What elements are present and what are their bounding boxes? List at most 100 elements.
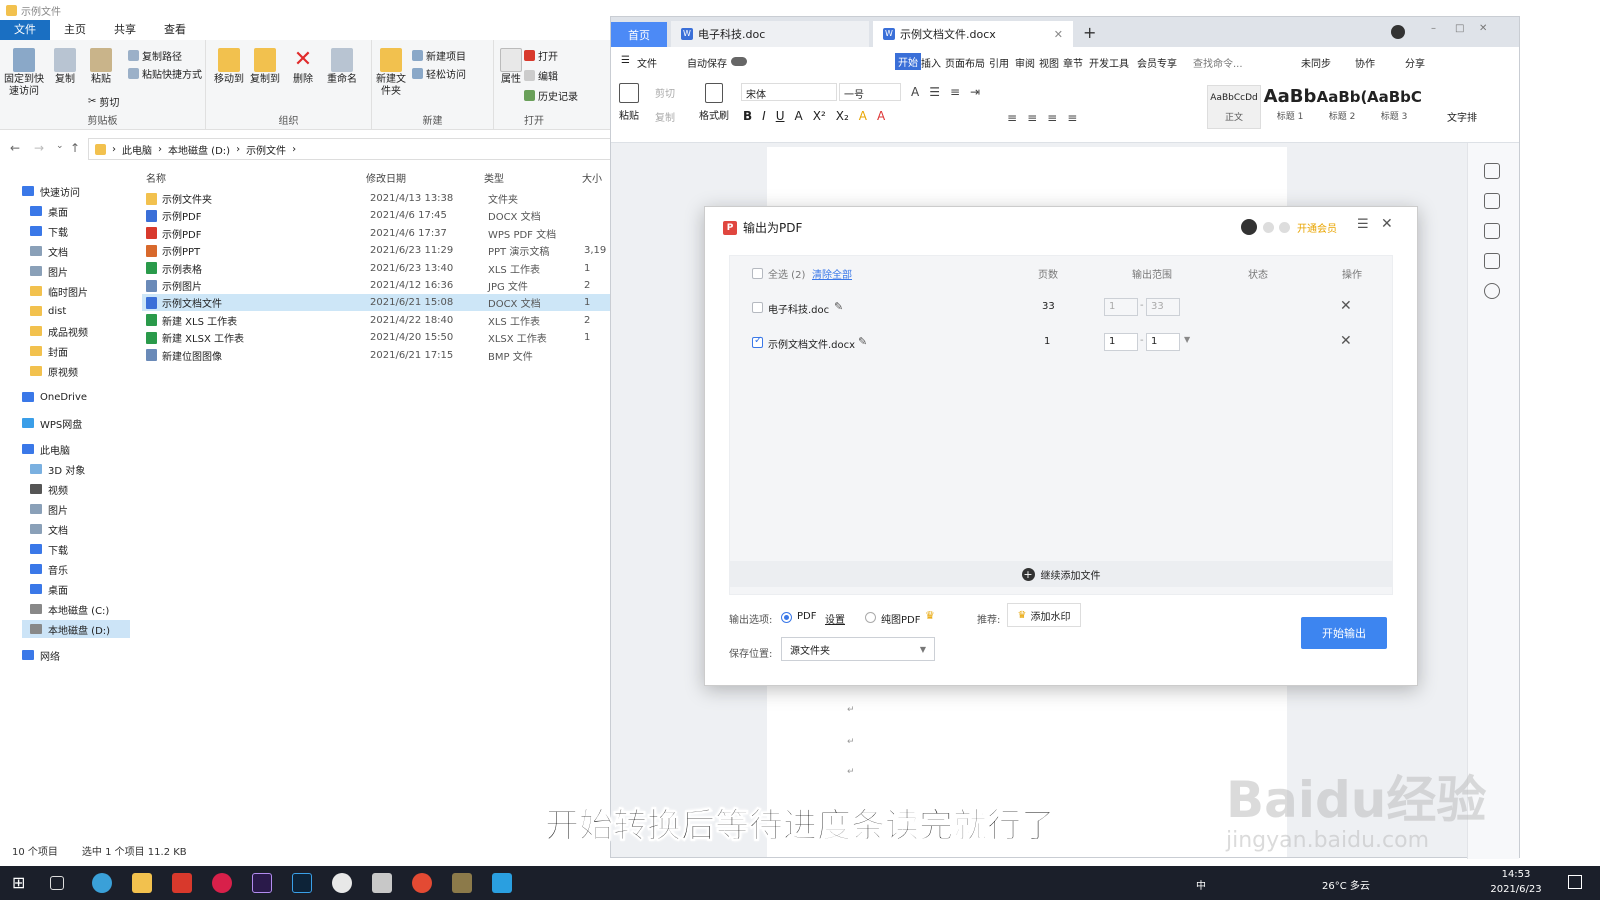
photoshop-icon[interactable] — [292, 873, 312, 893]
app-icon[interactable] — [372, 873, 392, 893]
back-arrow-icon[interactable]: ← — [10, 141, 20, 155]
address-bar[interactable]: › 此电脑 › 本地磁盘 (D:) › 示例文件 › — [88, 138, 618, 160]
open-button[interactable]: 打开 — [524, 48, 558, 63]
paste-shortcut-button[interactable]: 粘贴快捷方式 — [128, 66, 202, 81]
pin-quick-access-button[interactable]: 固定到快速访问 — [4, 48, 44, 98]
weather[interactable]: 26°C 多云 — [1322, 877, 1370, 892]
table-row[interactable]: 示例图片 2021/4/12 16:36 JPG 文件 2 — [142, 277, 620, 294]
avatar[interactable] — [1391, 25, 1405, 39]
column-name[interactable]: 名称 — [146, 170, 166, 185]
premiere-icon[interactable] — [252, 873, 272, 893]
menu-member[interactable]: 会员专享 — [1137, 55, 1177, 70]
tab-home[interactable]: 主页 — [50, 20, 100, 40]
nav-item[interactable]: dist — [22, 302, 130, 320]
image-pdf-label[interactable]: 纯图PDF — [881, 611, 920, 626]
task-view-icon[interactable] — [50, 876, 64, 890]
menu-view[interactable]: 视图 — [1039, 55, 1059, 70]
settings-sliders-icon[interactable] — [1484, 253, 1500, 269]
menu-collaborate[interactable]: 协作 — [1355, 55, 1375, 70]
menu-review[interactable]: 审阅 — [1015, 55, 1035, 70]
forward-arrow-icon[interactable]: → — [34, 141, 44, 155]
nav-item[interactable]: 文档 — [22, 520, 130, 538]
chevron-down-icon[interactable]: ▼ — [1184, 335, 1190, 344]
subscript-button[interactable]: X₂ — [836, 109, 849, 123]
edit-icon[interactable]: ✎ — [834, 300, 843, 313]
netease-music-icon[interactable] — [212, 873, 232, 893]
table-row[interactable]: 示例文件夹 2021/4/13 13:38 文件夹 — [142, 190, 620, 207]
menu-start[interactable]: 开始 — [895, 53, 921, 70]
nav-item[interactable]: 桌面 — [22, 202, 130, 220]
range-to-input[interactable]: 33 — [1146, 298, 1180, 316]
copy-path-button[interactable]: 复制路径 — [128, 48, 182, 63]
edge-icon[interactable] — [92, 873, 112, 893]
copy-to-button[interactable]: 复制到 — [248, 48, 282, 86]
nav-item[interactable]: 临时图片 — [22, 282, 130, 300]
add-more-files-button[interactable]: + 继续添加文件 — [729, 561, 1393, 587]
row-checkbox[interactable] — [752, 302, 763, 313]
tab-home-page[interactable]: 首页 — [611, 22, 667, 47]
close-tab-icon[interactable]: ✕ — [1054, 28, 1063, 41]
table-row[interactable]: 新建 XLSX 工作表 2021/4/20 15:50 XLSX 工作表 1 — [142, 329, 620, 346]
menu-layout[interactable]: 页面布局 — [945, 55, 985, 70]
menu-file[interactable]: 文件 — [637, 55, 657, 70]
underline-button[interactable]: U — [776, 109, 785, 123]
menu-autosave[interactable]: 自动保存 — [687, 55, 727, 70]
nav-item[interactable]: 图片 — [22, 500, 130, 518]
style-heading-3[interactable]: AaBbC 标题 3 — [1367, 85, 1421, 129]
nav-onedrive[interactable]: OneDrive — [14, 388, 130, 406]
chevron-down-icon[interactable]: ⌄ — [56, 141, 64, 151]
table-row[interactable]: 示例PDF 2021/4/6 17:37 WPS PDF 文档 — [142, 225, 620, 242]
select-all-checkbox[interactable] — [752, 268, 763, 279]
tab-view[interactable]: 查看 — [150, 20, 200, 40]
numbered-list-icon[interactable]: ≡ — [950, 85, 960, 99]
table-row[interactable]: 示例文档文件 2021/6/21 15:08 DOCX 文档 1 — [142, 294, 620, 312]
explorer-icon[interactable] — [132, 873, 152, 893]
settings-link[interactable]: 设置 — [825, 611, 845, 626]
nav-item[interactable]: 文档 — [22, 242, 130, 260]
save-location-select[interactable]: 源文件夹 ▼ — [781, 637, 935, 661]
align-left-icon[interactable]: ≡ — [1007, 111, 1017, 125]
tab-file[interactable]: 文件 — [0, 20, 50, 40]
nav-this-pc[interactable]: 此电脑 — [14, 440, 130, 458]
chrome-icon[interactable] — [412, 873, 432, 893]
range-from-input[interactable]: 1 — [1104, 298, 1138, 316]
paste-button[interactable]: 粘贴 — [86, 48, 116, 86]
bold-button[interactable]: B — [743, 109, 752, 123]
menu-icon[interactable]: ☰ — [621, 55, 630, 66]
close-window-icon[interactable]: ✕ — [1479, 23, 1487, 34]
up-arrow-icon[interactable]: ↑ — [70, 141, 80, 155]
pdf-option-label[interactable]: PDF — [797, 611, 816, 622]
remove-row-icon[interactable]: ✕ — [1340, 298, 1352, 314]
history-button[interactable]: 历史记录 — [524, 88, 578, 103]
autosave-toggle[interactable] — [731, 57, 747, 66]
table-row[interactable]: 示例表格 2021/6/23 13:40 XLS 工作表 1 — [142, 260, 620, 277]
range-to-input[interactable]: 1 — [1146, 333, 1180, 351]
new-folder-button[interactable]: 新建文件夹 — [376, 48, 406, 98]
breadcrumb-drive[interactable]: 本地磁盘 (D:) — [168, 142, 230, 157]
nav-item[interactable]: 封面 — [22, 342, 130, 360]
breadcrumb-folder[interactable]: 示例文件 — [246, 142, 286, 157]
align-center-icon[interactable]: ≡ — [1027, 111, 1037, 125]
nav-item[interactable]: 音乐 — [22, 560, 130, 578]
select-icon[interactable] — [1484, 223, 1500, 239]
new-item-button[interactable]: 新建项目 — [412, 48, 466, 63]
notification-icon[interactable] — [1568, 875, 1582, 889]
grow-font-icon[interactable]: A — [911, 85, 919, 99]
rename-button[interactable]: 重命名 — [324, 48, 360, 86]
font-select[interactable]: 宋体 — [741, 83, 837, 101]
column-size[interactable]: 大小 — [582, 170, 602, 185]
wps-icon[interactable] — [172, 873, 192, 893]
app-icon[interactable] — [332, 873, 352, 893]
easy-access-button[interactable]: 轻松访问 — [412, 66, 466, 81]
menu-dev-tools[interactable]: 开发工具 — [1089, 55, 1129, 70]
paste-button[interactable]: 粘贴 — [619, 83, 639, 122]
column-date[interactable]: 修改日期 — [366, 170, 406, 185]
clock-time[interactable]: 14:53 — [1486, 869, 1546, 880]
open-vip-link[interactable]: 开通会员 — [1297, 220, 1337, 235]
menu-insert[interactable]: 插入 — [921, 55, 941, 70]
list-icon[interactable]: ☰ — [929, 85, 940, 99]
row-checkbox[interactable] — [752, 335, 763, 348]
image-pdf-radio[interactable] — [865, 612, 876, 623]
search-command[interactable]: 查找命令... — [1193, 55, 1243, 70]
tab-share[interactable]: 共享 — [100, 20, 150, 40]
